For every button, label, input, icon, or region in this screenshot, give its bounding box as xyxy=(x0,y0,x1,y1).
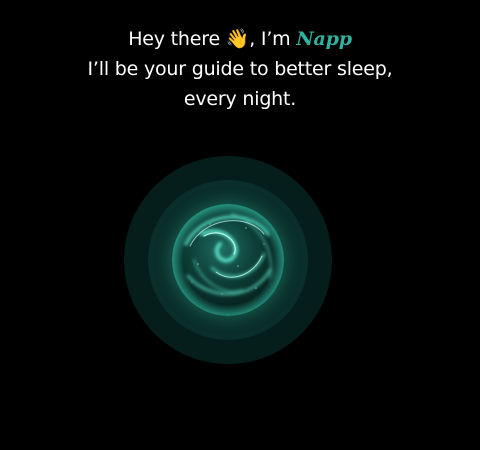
greeting-line-1: Hey there 👋, I’m Napp xyxy=(0,24,480,54)
waving-hand-icon: 👋 xyxy=(225,28,250,50)
greeting-prefix: Hey there xyxy=(128,28,220,50)
brand-name: Napp xyxy=(296,28,352,50)
greeting-im: , I’m xyxy=(249,28,291,50)
greeting-message: Hey there 👋, I’m Napp I’ll be your guide… xyxy=(0,24,480,114)
orb-container xyxy=(124,156,332,364)
glowing-orb-icon xyxy=(172,204,284,316)
greeting-line-2: I’ll be your guide to better sleep, xyxy=(87,58,393,80)
greeting-line-3: every night. xyxy=(183,88,297,110)
